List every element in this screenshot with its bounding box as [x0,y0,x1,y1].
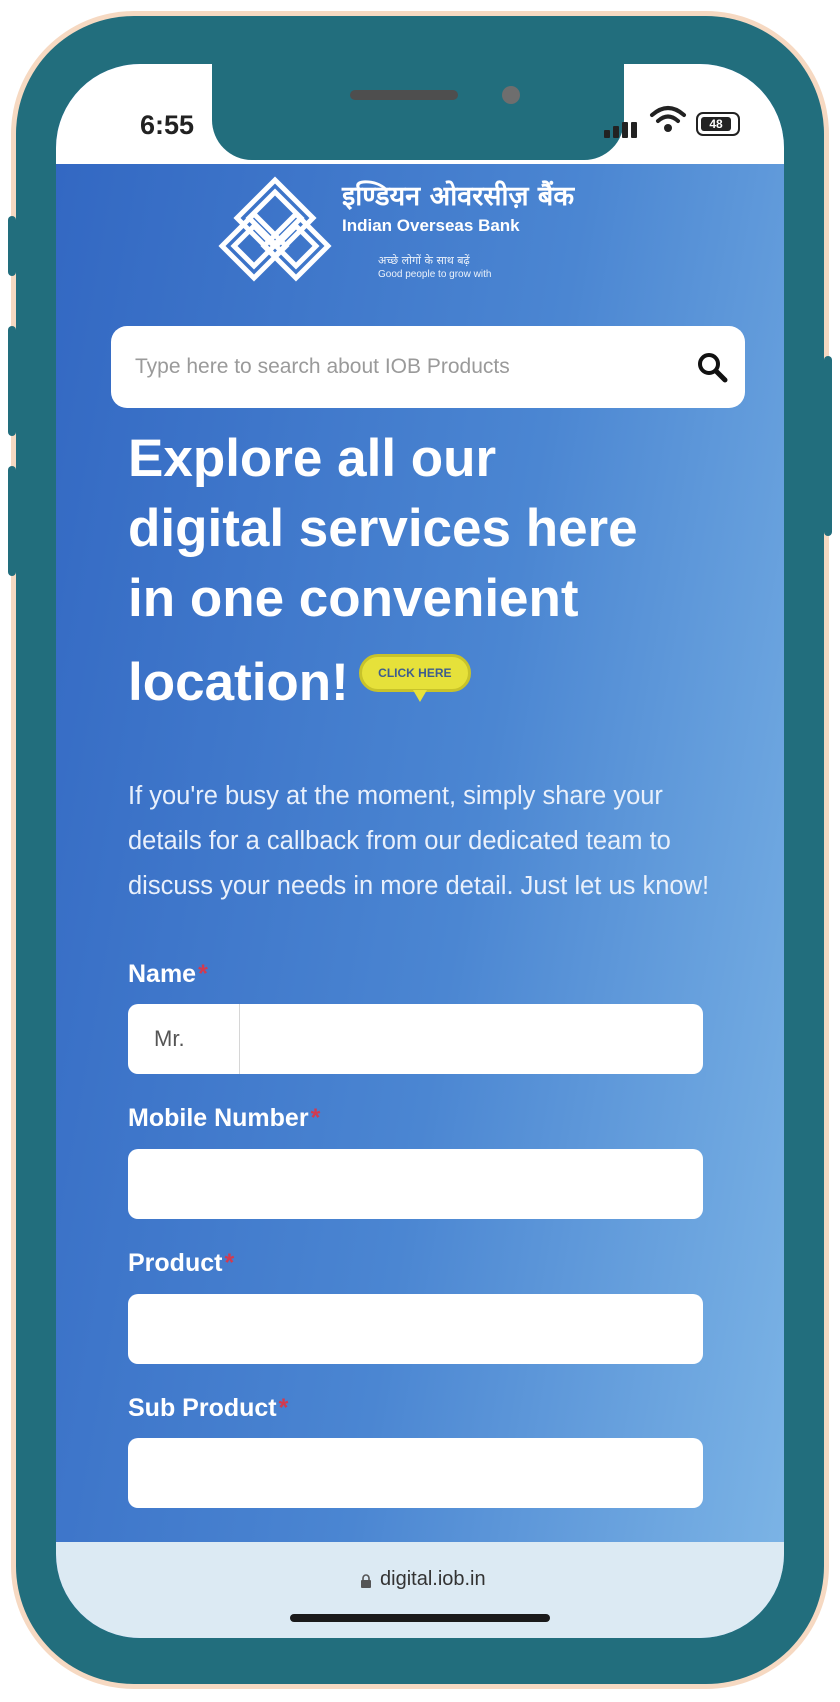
battery-level: 48 [709,117,723,131]
callback-intro-text: If you're busy at the moment, simply sha… [128,782,710,900]
required-marker: * [278,1394,289,1422]
search-bar [111,326,745,408]
battery-icon: 48 [696,112,740,136]
salutation-value: Mr. [154,1026,185,1051]
search-icon[interactable] [695,350,729,384]
product-field [128,1294,703,1364]
name-input[interactable] [241,1004,703,1074]
bank-tagline-english: Good people to grow with [378,269,492,280]
product-select[interactable] [128,1294,703,1364]
search-input[interactable] [135,326,675,408]
status-bar: 6:55 48 [56,64,784,164]
sub-product-field [128,1438,703,1508]
mobile-number-label: Mobile Number* [128,1104,321,1132]
bank-name-english: Indian Overseas Bank [342,216,520,235]
salutation-select[interactable]: Mr. [128,1004,240,1074]
bank-name-hindi: इण्डियन ओवरसीज़ बैंक [342,181,575,212]
hero-line-2: digital services here [128,499,638,558]
sub-product-label: Sub Product* [128,1394,289,1422]
product-label: Product* [128,1249,235,1277]
click-here-button[interactable]: CLICK HERE [358,648,471,708]
wifi-icon [650,106,686,132]
phone-screen: 6:55 48 इण्डियन ओवरसीज़ बैंक Indian Over… [56,64,784,1638]
mobile-number-field [128,1149,703,1219]
phone-notch [212,64,624,160]
name-label: Name* [128,960,208,988]
phone-frame: 6:55 48 इण्डियन ओवरसीज़ बैंक Indian Over… [8,16,832,1684]
iob-logo-icon [218,176,332,282]
phone-side-button-silent [8,216,16,276]
sub-product-select[interactable] [128,1438,703,1508]
required-marker: * [224,1249,235,1277]
required-marker: * [310,1104,321,1132]
click-here-label: CLICK HERE [378,666,452,680]
browser-address-bar[interactable]: digital.iob.in [56,1542,784,1638]
hero-headline: Explore all our digital services here in… [128,424,728,718]
hero-line-1: Explore all our [128,429,497,488]
phone-side-button-volume-down [8,466,16,576]
phone-side-button-power [824,356,832,536]
bank-name-block: इण्डियन ओवरसीज़ बैंक Indian Overseas Ban… [342,182,574,282]
status-time: 6:55 [140,110,195,140]
required-marker: * [198,960,208,988]
browser-url: digital.iob.in [380,1568,486,1590]
lock-icon [361,1574,371,1588]
mobile-number-input[interactable] [128,1149,703,1219]
name-field: Mr. [128,1004,703,1074]
hero-line-4: location! [128,653,349,712]
front-camera [502,86,520,104]
bank-tagline-hindi: अच्छे लोगों के साथ बढ़ें [378,254,470,267]
hero-line-3: in one convenient [128,569,579,628]
home-indicator[interactable] [290,1614,550,1622]
speaker-grille [350,90,458,100]
phone-side-button-volume-up [8,326,16,436]
